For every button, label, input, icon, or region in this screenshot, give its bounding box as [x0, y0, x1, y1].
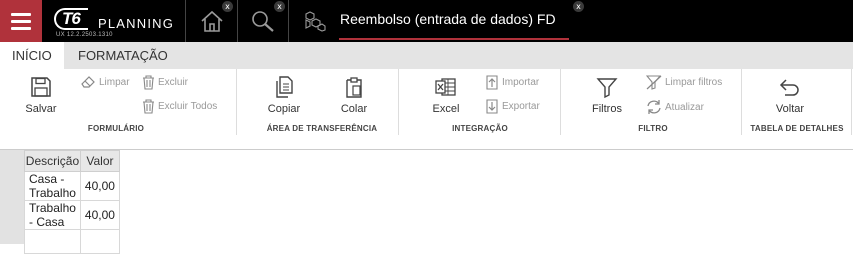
- active-tab-indicator: [339, 38, 569, 40]
- group-label-formulario: FORMULÁRIO: [87, 124, 145, 133]
- save-label: Salvar: [25, 103, 57, 115]
- paste-button[interactable]: Colar: [336, 75, 372, 115]
- import-button[interactable]: Importar: [485, 75, 539, 90]
- trash-all-icon: [143, 99, 154, 114]
- search-icon: [252, 11, 274, 32]
- cell-descricao[interactable]: Trabalho - Casa: [24, 200, 81, 230]
- group-divider: [851, 69, 852, 135]
- top-bar: T6 PLANNING UX 12.2.2503.1310 x x Reembo…: [0, 0, 853, 42]
- column-header-valor[interactable]: Valor: [79, 150, 120, 172]
- cubes-icon: [305, 11, 326, 32]
- filters-button[interactable]: Filtros: [588, 75, 626, 115]
- row-header-column: [0, 150, 24, 244]
- refresh-button[interactable]: Atualizar: [646, 99, 704, 115]
- column-header-descricao[interactable]: Descrição: [24, 150, 81, 172]
- export-button[interactable]: Exportar: [485, 99, 540, 114]
- hamburger-menu-icon[interactable]: [0, 0, 42, 42]
- undo-arrow-icon: [779, 79, 799, 96]
- cell-valor[interactable]: 40,00: [79, 171, 120, 201]
- copy-button[interactable]: Copiar: [264, 75, 304, 115]
- clear-button[interactable]: Limpar: [80, 75, 130, 89]
- group-label-filtro: FILTRO: [638, 124, 668, 133]
- delete-label: Excluir: [158, 77, 189, 88]
- paste-icon: [346, 77, 362, 98]
- version-label: UX 12.2.2503.1310: [56, 32, 113, 38]
- cell-valor[interactable]: 40,00: [79, 200, 120, 230]
- ribbon: Salvar Limpar Excluir Excluir Todos FORM…: [0, 69, 853, 139]
- export-icon: [486, 99, 498, 114]
- group-divider: [741, 69, 742, 135]
- refresh-icon: [647, 100, 661, 114]
- group-label-detalhes: TABELA DE DETALHES: [750, 124, 844, 133]
- clear-filters-label: Limpar filtros: [665, 77, 723, 88]
- table-row[interactable]: Casa - Trabalho 40,00: [24, 171, 120, 201]
- clear-label: Limpar: [99, 76, 130, 88]
- close-home-tab-icon[interactable]: x: [222, 1, 233, 12]
- export-label: Exportar: [502, 101, 540, 112]
- document-tab-title: Reembolso (entrada de dados) FD: [340, 11, 556, 27]
- document-tab[interactable]: Reembolso (entrada de dados) FD: [288, 0, 587, 42]
- import-label: Importar: [502, 77, 540, 88]
- close-search-tab-icon[interactable]: x: [274, 1, 285, 12]
- table-row[interactable]: [24, 229, 120, 254]
- delete-all-label: Excluir Todos: [158, 101, 218, 112]
- group-divider: [560, 69, 561, 135]
- copy-icon: [276, 76, 293, 98]
- cell-descricao[interactable]: [24, 229, 81, 254]
- copy-label: Copiar: [267, 103, 301, 115]
- refresh-label: Atualizar: [665, 101, 704, 113]
- floppy-disk-icon: [31, 77, 51, 97]
- back-label: Voltar: [775, 103, 805, 115]
- excel-icon: [435, 78, 456, 96]
- delete-button[interactable]: Excluir: [142, 75, 188, 90]
- ribbon-tab-bar: INÍCIO FORMATAÇÃO: [0, 42, 853, 69]
- clear-filters-button[interactable]: Limpar filtros: [646, 75, 722, 90]
- cell-valor[interactable]: [79, 229, 120, 254]
- close-document-tab-icon[interactable]: x: [573, 1, 584, 12]
- import-icon: [486, 75, 498, 90]
- clear-filter-icon: [646, 75, 662, 90]
- eraser-icon: [81, 76, 95, 88]
- filters-label: Filtros: [592, 103, 622, 115]
- logo-wordmark: PLANNING: [98, 16, 175, 31]
- trash-icon: [143, 75, 154, 90]
- group-label-clipboard: ÁREA DE TRANSFERÊNCIA: [266, 124, 378, 133]
- logo-mark-text: T6: [62, 9, 81, 28]
- home-icon: [200, 10, 223, 32]
- tab-inicio[interactable]: INÍCIO: [0, 42, 64, 69]
- save-button[interactable]: Salvar: [22, 75, 60, 115]
- app-logo: T6 PLANNING UX 12.2.2503.1310: [54, 6, 184, 40]
- group-label-integracao: INTEGRAÇÃO: [452, 124, 508, 133]
- group-divider: [398, 69, 399, 135]
- excel-label: Excel: [432, 103, 460, 115]
- tab-formatacao[interactable]: FORMATAÇÃO: [66, 42, 180, 69]
- table-row[interactable]: Trabalho - Casa 40,00: [24, 200, 120, 230]
- funnel-icon: [596, 78, 618, 98]
- delete-all-button[interactable]: Excluir Todos: [142, 99, 217, 114]
- detail-table: Descrição Valor Casa - Trabalho 40,00 Tr…: [24, 150, 120, 254]
- excel-button[interactable]: Excel: [428, 75, 464, 115]
- group-divider: [236, 69, 237, 135]
- paste-label: Colar: [340, 103, 368, 115]
- ribbon-bottom-border: [0, 149, 853, 150]
- cell-descricao[interactable]: Casa - Trabalho: [24, 171, 81, 201]
- back-button[interactable]: Voltar: [772, 75, 808, 115]
